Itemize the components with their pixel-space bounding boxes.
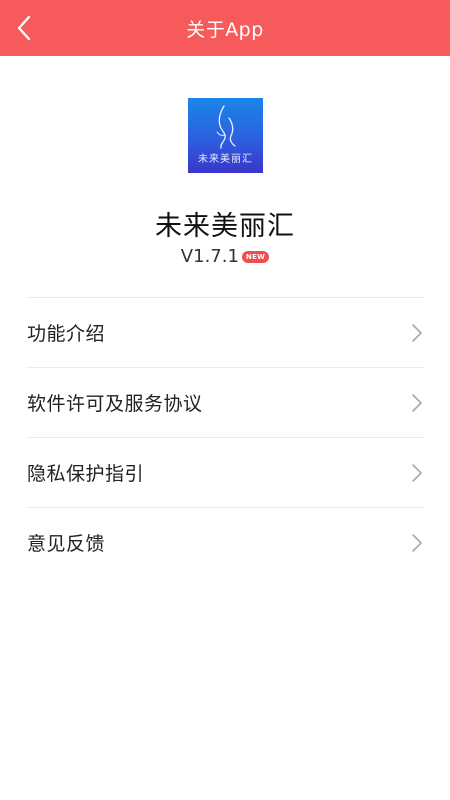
chevron-right-icon — [412, 323, 422, 342]
menu-item-label: 意见反馈 — [27, 533, 106, 555]
menu-item-license-agreement[interactable]: 软件许可及服务协议 — [26, 367, 424, 437]
settings-menu: 功能介绍 软件许可及服务协议 隐私保护指引 意见反馈 — [26, 297, 424, 577]
chevron-right-icon — [412, 393, 422, 412]
menu-item-label: 软件许可及服务协议 — [27, 393, 203, 415]
menu-item-label: 功能介绍 — [27, 323, 106, 345]
chevron-right-icon — [412, 463, 422, 482]
app-info: 未来美丽汇 未来美丽汇 V1.7.1 NEW — [0, 56, 450, 296]
logo-text: 未来美丽汇 — [198, 154, 253, 165]
app-header: 关于App — [0, 0, 450, 56]
version-row: V1.7.1 NEW — [0, 246, 450, 267]
back-button[interactable] — [0, 0, 48, 56]
menu-item-privacy-guide[interactable]: 隐私保护指引 — [26, 437, 424, 507]
page-title: 关于App — [186, 18, 264, 41]
version-label: V1.7.1 — [180, 246, 239, 267]
menu-item-feedback[interactable]: 意见反馈 — [26, 507, 424, 577]
chevron-left-icon — [17, 15, 31, 41]
app-logo: 未来美丽汇 — [188, 98, 263, 173]
menu-item-features[interactable]: 功能介绍 — [26, 297, 424, 367]
new-badge: NEW — [241, 250, 270, 263]
menu-item-label: 隐私保护指引 — [27, 463, 145, 485]
chevron-right-icon — [412, 533, 422, 552]
app-name: 未来美丽汇 — [155, 211, 295, 242]
